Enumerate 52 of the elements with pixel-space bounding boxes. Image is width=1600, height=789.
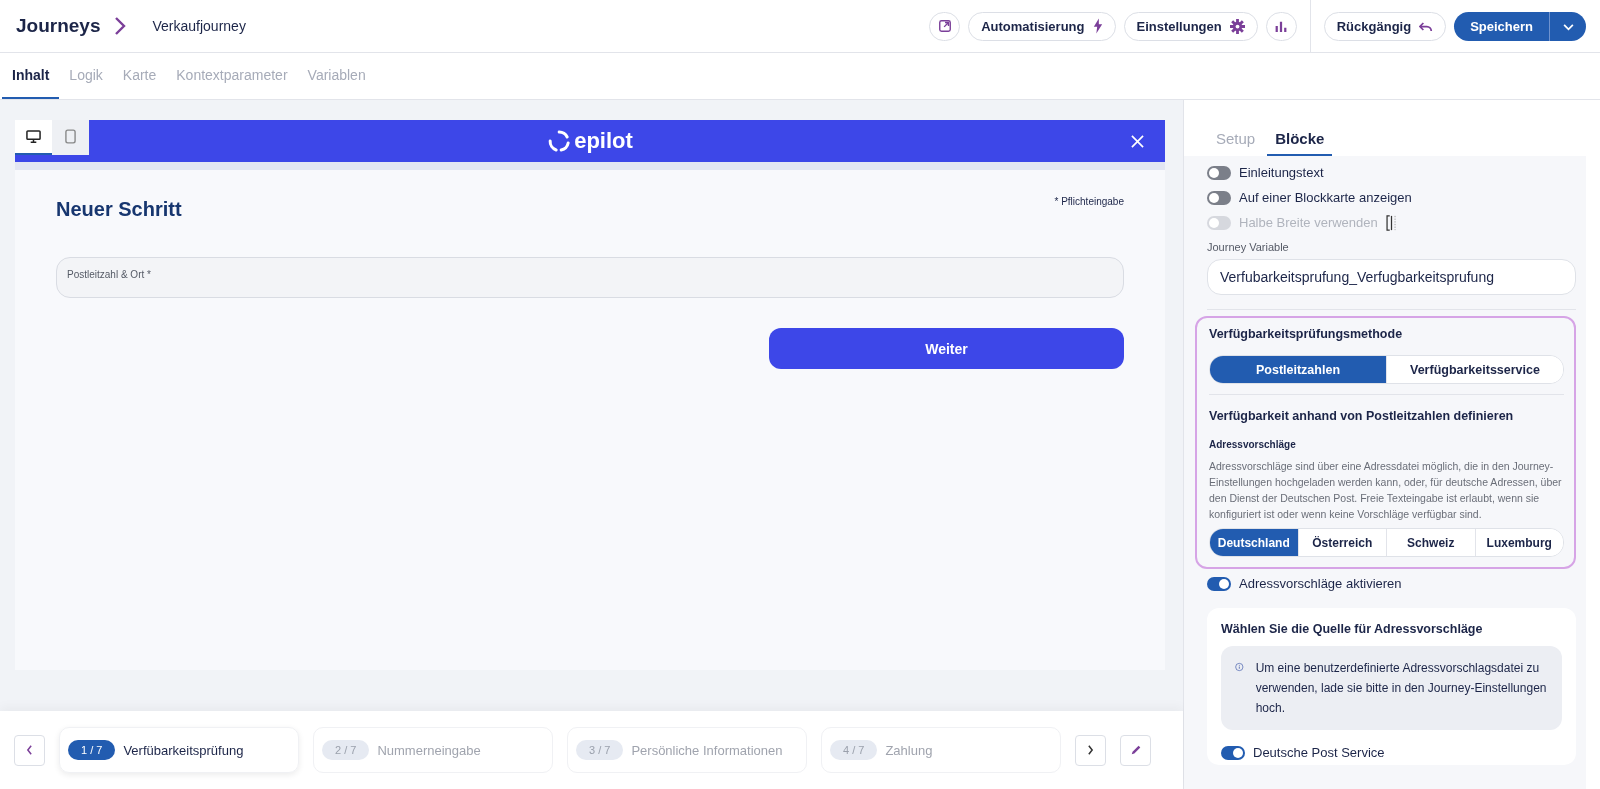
half-width-icon (1385, 214, 1397, 231)
country-option[interactable]: Luxemburg (1474, 529, 1563, 556)
section-title: Verfügbarkeit anhand von Postleitzahlen definieren (1209, 409, 1515, 423)
close-icon[interactable] (1131, 134, 1144, 148)
toggle-switch[interactable] (1221, 745, 1245, 760)
toggle-label: Auf einer Blockkarte anzeigen (1239, 190, 1412, 205)
subsection-title: Adressvorschläge (1209, 439, 1297, 450)
required-note: * Pflichteingabe (1054, 196, 1124, 207)
chevron-right-icon (1087, 745, 1094, 755)
next-button[interactable]: Weiter (769, 328, 1124, 369)
postal-code-field[interactable]: Postleitzahl & Ort * (56, 257, 1124, 298)
journey-variable-field[interactable]: Verfubarkeitsprufung_Verfugbarkeitsprufung (1207, 259, 1576, 295)
toggle-switch[interactable] (1207, 576, 1231, 591)
description-text: Adressvorschläge sind über eine Adressdatei möglich, die in den Journey-Einstellungen hochgeladen werden kann, oder, für deutsche Adressen, über den Dienst der Deutschen Post. Freie Texteingabe ist erlaubt, wenn sie konfiguriert ist oder wenn keine Vorschläge verfügbar sind. (1209, 459, 1563, 522)
toggle-label: Deutsche Post Service (1253, 745, 1385, 760)
logo-icon (547, 129, 572, 153)
toggle-label: Einleitungstext (1239, 165, 1324, 180)
toggle-switch[interactable] (1207, 190, 1231, 205)
analytics-button[interactable] (1265, 11, 1297, 41)
settings-icon (1229, 18, 1245, 34)
logo-wordmark: epilot (574, 128, 633, 154)
step-card[interactable]: 1 / 7 Verfübarkeitsprüfung (59, 727, 299, 773)
chevron-left-icon (26, 745, 33, 755)
method-option[interactable]: Verfügbarkeitsservice (1386, 356, 1563, 383)
toggle-label: Halbe Breite verwenden (1239, 215, 1378, 230)
step-title: Neuer Schritt (56, 198, 182, 221)
lightning-icon (1092, 18, 1103, 34)
section-title: Wählen Sie die Quelle für Adressvorschläge (1221, 622, 1484, 636)
save-button[interactable]: Speichern (1454, 11, 1550, 41)
section-title: Verfügbarkeitsprüfungsmethode (1209, 327, 1404, 341)
breadcrumb-link[interactable]: Journeys (16, 15, 101, 37)
external-link-icon (937, 19, 952, 33)
automation-button[interactable]: Automatisierung (968, 11, 1116, 41)
phone-icon (65, 129, 76, 144)
country-option[interactable]: Deutschland (1210, 529, 1298, 556)
undo-button[interactable]: Rückgängig (1323, 11, 1447, 41)
save-options-button[interactable] (1550, 11, 1586, 41)
field-label: Journey Variable (1207, 241, 1290, 253)
info-text: Um eine benutzerdefinierte Adressvorschlagsdatei zu verwenden, lade sie bitte in den Journey-Einstellungen hoch. (1255, 660, 1548, 717)
monitor-icon (26, 129, 41, 144)
chevron-down-icon (1562, 23, 1574, 31)
journey-title: Verkaufjourney (152, 18, 246, 34)
chevron-right-icon (114, 16, 127, 36)
edit-button[interactable] (1120, 734, 1151, 766)
undo-icon (1419, 20, 1434, 32)
pencil-icon (1129, 744, 1142, 756)
toggle-switch[interactable] (1207, 165, 1231, 180)
open-external-button[interactable] (929, 11, 961, 41)
settings-button[interactable]: Einstellungen (1123, 11, 1258, 41)
toggle-label: Adressvorschläge aktivieren (1239, 576, 1402, 591)
method-option[interactable]: Postleitzahlen (1210, 356, 1386, 383)
bar-chart-icon (1275, 20, 1288, 32)
